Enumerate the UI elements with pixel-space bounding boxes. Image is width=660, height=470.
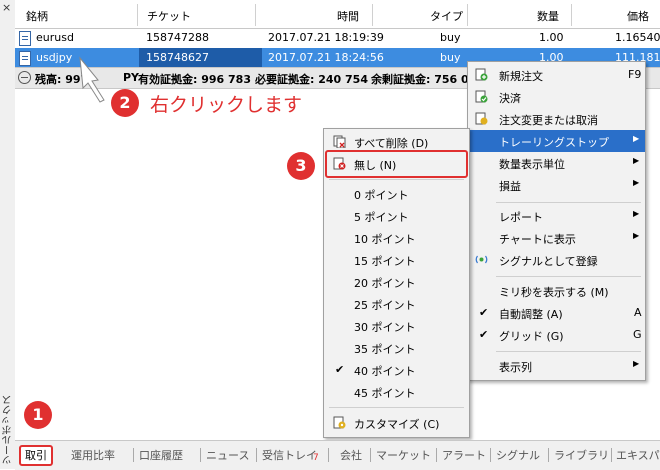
cell-symbol: usdjpy [36,51,73,64]
submenu-arrow-icon: ▶ [633,209,640,218]
menu-item-auto-adjust[interactable]: ✔ 自動調整 (A) A [468,302,645,324]
effective-margin: 有効証拠金: 996 783 [138,73,251,86]
cell-time: 2017.07.21 18:24:56 [268,51,384,64]
menu-item-points[interactable]: 45 ポイント [324,381,469,403]
position-doc-icon [19,31,31,46]
toolbox-vertical-label: ツールボックス [3,395,14,465]
tab-alerts[interactable]: アラート [442,447,486,464]
cell-type: buy [440,51,461,64]
col-header-time[interactable]: 時間 [337,8,359,24]
menu-item-show-ms[interactable]: ミリ秒を表示する (M) [468,280,645,302]
menu-item-customize[interactable]: カスタマイズ (C) [324,412,469,434]
submenu-arrow-icon: ▶ [633,231,640,240]
cell-ticket: 158747288 [146,31,209,44]
cell-ticket: 158748627 [139,48,262,68]
menu-separator [329,179,464,180]
menu-item-points-checked[interactable]: ✔ 40 ポイント [324,359,469,381]
none-highlight-box [325,150,468,178]
step-1-badge: 1 [24,401,52,429]
tab-trade[interactable]: 取引 [19,445,53,466]
toolbox-sidebar: × ツールボックス [0,0,16,469]
inbox-count-badge: 7 [313,453,319,463]
menu-item-show-on-chart[interactable]: チャートに表示 ▶ [468,227,645,249]
col-header-volume[interactable]: 数量 [537,8,559,24]
submenu-arrow-icon: ▶ [633,134,640,143]
signal-icon [475,255,488,264]
tab-library[interactable]: ライブラリ [554,447,609,464]
menu-separator [496,351,641,352]
submenu-arrow-icon: ▶ [633,156,640,165]
bottom-tab-bar: 取引 運用比率 口座履歴 ニュース 受信トレイ 7 会社 マーケット アラート … [15,440,660,470]
menu-separator [496,202,641,203]
col-header-type[interactable]: タイプ [430,8,463,24]
cell-time: 2017.07.21 18:19:39 [268,31,384,44]
check-icon: ✔ [479,328,489,341]
cell-type: buy [440,31,461,44]
menu-item-grid[interactable]: ✔ グリッド (G) G [468,324,645,346]
step-2-badge: 2 [111,89,139,117]
cell-volume: 1.00 [539,31,564,44]
tab-account-history[interactable]: 口座履歴 [139,447,183,464]
menu-item-close-position[interactable]: 決済 [468,86,645,108]
required-margin: 必要証拠金: 240 754 [255,73,368,86]
col-header-price[interactable]: 価格 [627,8,649,24]
modify-order-icon [475,112,488,125]
collapse-minus-icon[interactable] [18,71,31,84]
menu-separator [329,407,464,408]
tab-experts[interactable]: エキスパー [616,447,660,464]
menu-item-volume-unit[interactable]: 数量表示単位 ▶ [468,152,645,174]
grid-header: 銘柄 チケット 時間 タイプ 数量 価格 [15,0,660,29]
cell-symbol: eurusd [36,31,74,44]
tab-company[interactable]: 会社 [340,447,362,464]
new-order-icon [475,68,488,81]
menu-item-points[interactable]: 35 ポイント [324,337,469,359]
menu-separator [496,276,641,277]
menu-item-trailing-stop[interactable]: トレーリングストップ ▶ [468,130,645,152]
table-row[interactable]: eurusd 158747288 2017.07.21 18:19:39 buy… [15,28,660,48]
customize-icon [333,416,346,429]
menu-item-new-order[interactable]: 新規注文 F9 [468,64,645,86]
tab-exposure[interactable]: 運用比率 [71,447,115,464]
menu-item-register-signal[interactable]: シグナルとして登録 [468,249,645,271]
col-header-ticket[interactable]: チケット [147,8,191,24]
menu-item-profit[interactable]: 損益 ▶ [468,174,645,196]
toolbox-close-button[interactable]: × [2,1,11,14]
free-margin: 余剰証拠金: 756 0 [371,73,469,86]
context-menu: 新規注文 F9 決済 注文変更または取消 トレーリングストップ ▶ 数量表示単位… [467,61,646,381]
check-icon: ✔ [335,363,345,376]
menu-item-modify-order[interactable]: 注文変更または取消 [468,108,645,130]
menu-item-report[interactable]: レポート ▶ [468,205,645,227]
check-icon: ✔ [479,306,489,319]
menu-item-points[interactable]: 25 ポイント [324,293,469,315]
tab-news[interactable]: ニュース [206,447,249,464]
tab-inbox[interactable]: 受信トレイ [262,447,317,464]
step-3-badge: 3 [287,152,315,180]
menu-item-points[interactable]: 20 ポイント [324,271,469,293]
tab-signals[interactable]: シグナル [496,447,540,464]
step-2-callout: 右クリックします [150,94,303,116]
col-header-symbol[interactable]: 銘柄 [26,8,48,24]
tab-market[interactable]: マーケット [376,447,431,464]
menu-item-columns[interactable]: 表示列 ▶ [468,355,645,377]
submenu-arrow-icon: ▶ [633,178,640,187]
menu-item-points[interactable]: 15 ポイント [324,249,469,271]
position-doc-icon [19,51,31,66]
delete-all-icon [333,135,346,148]
submenu-arrow-icon: ▶ [633,359,640,368]
cell-price: 1.16540 [615,31,660,44]
close-position-icon [475,90,488,103]
menu-item-points[interactable]: 10 ポイント [324,227,469,249]
menu-item-points[interactable]: 5 ポイント [324,205,469,227]
menu-item-points[interactable]: 0 ポイント [324,183,469,205]
menu-item-points[interactable]: 30 ポイント [324,315,469,337]
